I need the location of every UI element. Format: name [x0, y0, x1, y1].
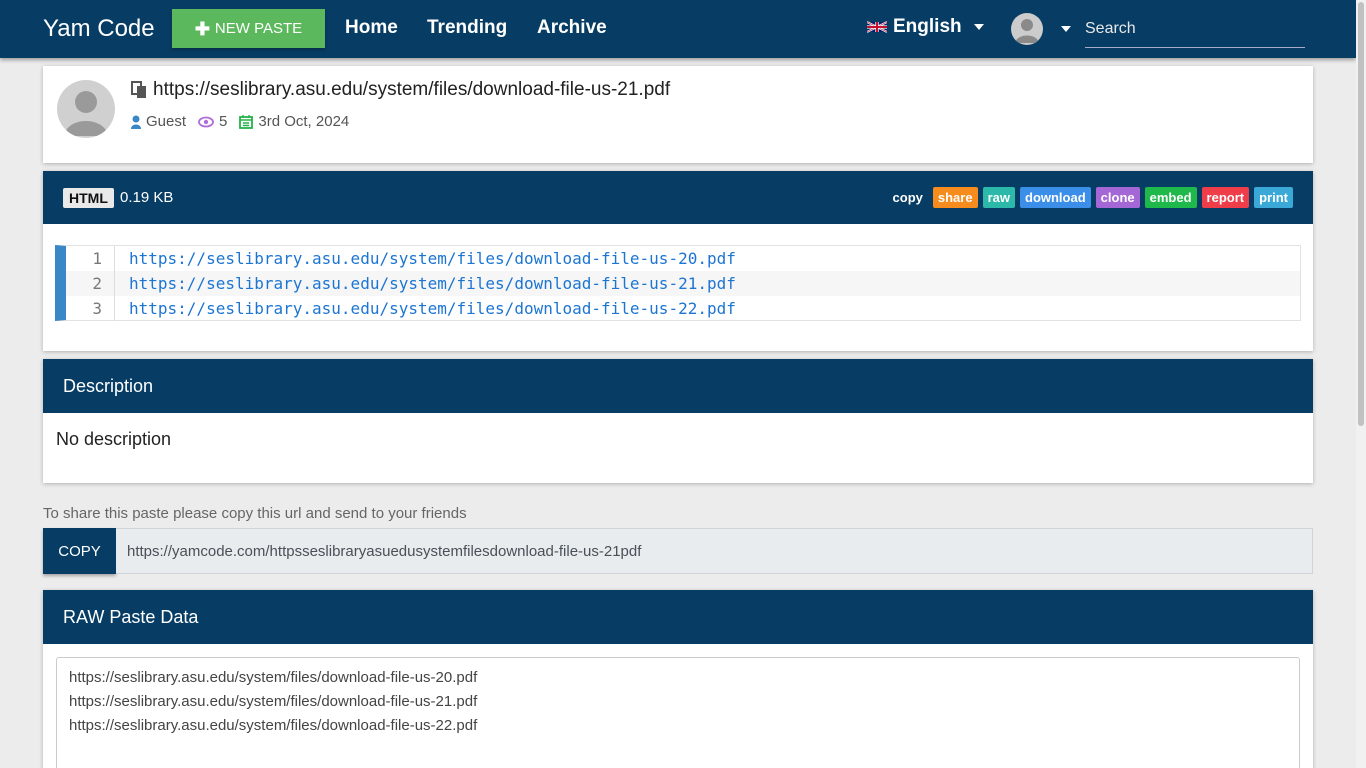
code-card-header: HTML 0.19 KB copy share raw download clo…: [43, 171, 1313, 224]
share-url-field[interactable]: https://yamcode.com/httpsseslibraryasued…: [116, 528, 1313, 574]
user-menu[interactable]: [1011, 13, 1071, 45]
line-number: 3: [66, 296, 115, 321]
copy-button[interactable]: copy: [887, 187, 928, 208]
calendar-icon: [239, 114, 254, 129]
code-viewer: 1 https://seslibrary.asu.edu/system/file…: [55, 245, 1301, 321]
code-line: 1 https://seslibrary.asu.edu/system/file…: [66, 246, 1300, 271]
language-label: English: [893, 16, 962, 37]
plus-icon: ✚: [194, 18, 210, 39]
author: Guest: [131, 113, 186, 130]
language-badge: HTML: [63, 188, 114, 208]
paste-header-card: https://seslibrary.asu.edu/system/files/…: [43, 66, 1313, 163]
share-note: To share this paste please copy this url…: [43, 505, 467, 522]
nav-home[interactable]: Home: [345, 17, 398, 39]
code-card: HTML 0.19 KB copy share raw download clo…: [43, 171, 1313, 351]
description-text: No description: [56, 429, 172, 449]
file-size: 0.19 KB: [120, 189, 174, 206]
description-heading: Description: [43, 359, 1313, 413]
paste-title: https://seslibrary.asu.edu/system/files/…: [131, 79, 670, 101]
brand-logo[interactable]: Yam Code: [43, 15, 155, 43]
raw-paste-textarea[interactable]: https://seslibrary.asu.edu/system/files/…: [56, 657, 1300, 768]
report-button[interactable]: report: [1201, 187, 1250, 208]
share-url-group: COPY https://yamcode.com/httpsseslibrary…: [43, 528, 1313, 574]
language-dropdown[interactable]: English: [867, 16, 984, 38]
user-avatar-icon: [1011, 13, 1043, 45]
clone-button[interactable]: clone: [1095, 187, 1140, 208]
paste-title-text: https://seslibrary.asu.edu/system/files/…: [153, 79, 671, 100]
line-number: 2: [66, 271, 115, 296]
page-scrollbar[interactable]: [1356, 0, 1366, 768]
author-name: Guest: [146, 113, 187, 130]
eye-icon: [198, 116, 214, 127]
code-text: https://seslibrary.asu.edu/system/files/…: [129, 299, 736, 318]
nav-trending[interactable]: Trending: [427, 17, 507, 39]
nav-archive[interactable]: Archive: [537, 17, 607, 39]
code-text: https://seslibrary.asu.edu/system/files/…: [129, 249, 736, 268]
print-button[interactable]: print: [1254, 187, 1293, 208]
views: 5: [198, 113, 227, 130]
author-avatar-icon: [57, 80, 115, 138]
code-line: 2 https://seslibrary.asu.edu/system/file…: [66, 271, 1300, 296]
paste-date: 3rd Oct, 2024: [258, 113, 350, 130]
new-paste-button[interactable]: ✚ NEW PASTE: [172, 9, 325, 48]
date: 3rd Oct, 2024: [239, 113, 349, 130]
paste-actions: copy share raw download clone embed repo…: [887, 187, 1293, 208]
top-navbar: Yam Code ✚ NEW PASTE Home Trending Archi…: [0, 0, 1356, 58]
share-button[interactable]: share: [932, 187, 978, 208]
description-card: Description No description: [43, 359, 1313, 483]
code-text: https://seslibrary.asu.edu/system/files/…: [129, 274, 736, 293]
raw-heading: RAW Paste Data: [43, 590, 1313, 644]
view-count: 5: [219, 113, 228, 130]
raw-paste-card: RAW Paste Data https://seslibrary.asu.ed…: [43, 590, 1313, 768]
code-line: 3 https://seslibrary.asu.edu/system/file…: [66, 296, 1300, 321]
search-input[interactable]: [1085, 10, 1305, 48]
uk-flag-icon: [867, 21, 887, 33]
chevron-down-icon: [973, 24, 984, 30]
download-button[interactable]: download: [1020, 187, 1091, 208]
raw-button[interactable]: raw: [982, 187, 1015, 208]
scrollbar-thumb[interactable]: [1358, 2, 1364, 426]
user-icon: [131, 115, 141, 129]
copy-document-icon: [131, 81, 146, 98]
embed-button[interactable]: embed: [1144, 187, 1197, 208]
copy-url-button[interactable]: COPY: [43, 528, 116, 574]
paste-meta: Guest 5 3rd Oct, 2024: [131, 113, 349, 130]
chevron-down-icon: [1061, 26, 1071, 32]
line-number: 1: [66, 246, 115, 271]
new-paste-label: NEW PASTE: [214, 20, 303, 37]
